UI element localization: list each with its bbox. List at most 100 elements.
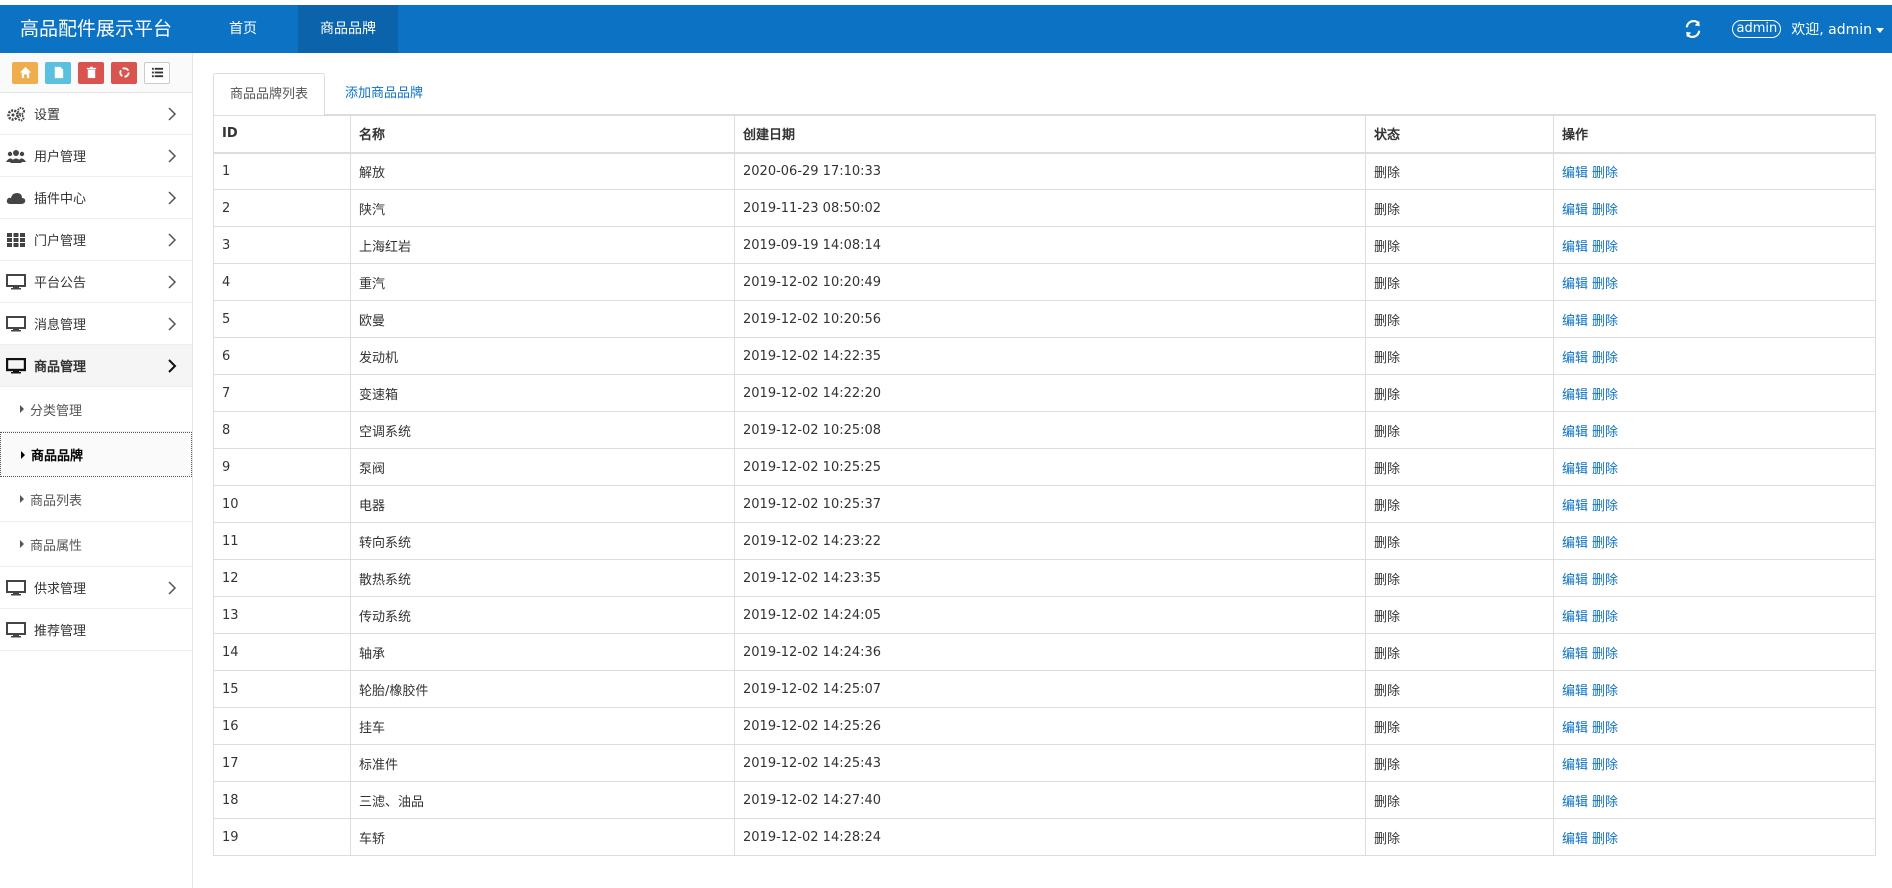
edit-link[interactable]: 编辑 [1562, 388, 1588, 403]
edit-link[interactable]: 编辑 [1562, 795, 1588, 810]
menu-label: 平台公告 [34, 276, 87, 291]
delete-link[interactable]: 删除 [1592, 388, 1618, 403]
edit-link[interactable]: 编辑 [1562, 351, 1588, 366]
edit-link[interactable]: 编辑 [1562, 203, 1588, 218]
edit-link[interactable]: 编辑 [1562, 573, 1588, 588]
cell-actions: 编辑 删除 [1553, 781, 1876, 819]
edit-link[interactable]: 编辑 [1562, 536, 1588, 551]
cell-name: 重汽 [350, 263, 735, 301]
cell-name: 发动机 [350, 337, 735, 375]
delete-link[interactable]: 删除 [1592, 721, 1618, 736]
delete-link[interactable]: 删除 [1592, 351, 1618, 366]
table-row: 3 上海红岩 2019-09-19 14:08:14 删除 编辑 删除 [213, 226, 1876, 264]
submenu-label: 分类管理 [30, 403, 83, 419]
menu-portal-management[interactable]: 门户管理 [0, 219, 192, 261]
edit-link[interactable]: 编辑 [1562, 425, 1588, 440]
delete-link[interactable]: 删除 [1592, 832, 1618, 847]
edit-link[interactable]: 编辑 [1562, 314, 1588, 329]
edit-link[interactable]: 编辑 [1562, 166, 1588, 181]
cell-status: 删除 [1365, 411, 1554, 449]
cell-name: 挂车 [350, 707, 735, 745]
menu-product-management[interactable]: 商品管理 [0, 345, 192, 387]
delete-link[interactable]: 删除 [1592, 166, 1618, 181]
menu-user-management[interactable]: 用户管理 [0, 135, 192, 177]
delete-link[interactable]: 删除 [1592, 536, 1618, 551]
file-shortcut-button[interactable] [45, 61, 71, 84]
delete-link[interactable]: 删除 [1592, 758, 1618, 773]
table-row: 9 泵阀 2019-12-02 10:25:25 删除 编辑 删除 [213, 448, 1876, 486]
menu-supply-demand[interactable]: 供求管理 [0, 567, 192, 609]
recycle-icon [118, 67, 130, 78]
cell-name: 电器 [350, 485, 735, 523]
menu-message-management[interactable]: 消息管理 [0, 303, 192, 345]
delete-link[interactable]: 删除 [1592, 610, 1618, 625]
menu-label: 消息管理 [34, 318, 87, 333]
submenu-category-management[interactable]: 分类管理 [0, 387, 192, 432]
delete-link[interactable]: 删除 [1592, 203, 1618, 218]
menu-label: 门户管理 [34, 234, 87, 249]
cell-id: 12 [213, 559, 351, 597]
cell-id: 5 [213, 300, 351, 338]
cell-id: 7 [213, 374, 351, 412]
delete-link[interactable]: 删除 [1592, 314, 1618, 329]
welcome-user-menu[interactable]: 欢迎, admin [1791, 19, 1884, 39]
trash-shortcut-button[interactable] [78, 61, 104, 84]
delete-link[interactable]: 删除 [1592, 573, 1618, 588]
table-row: 19 车轿 2019-12-02 14:28:24 删除 编辑 删除 [213, 818, 1876, 856]
cell-created-date: 2019-12-02 14:25:26 [734, 707, 1366, 745]
delete-link[interactable]: 删除 [1592, 240, 1618, 255]
nav-home[interactable]: 首页 [214, 5, 272, 53]
home-shortcut-button[interactable] [12, 61, 38, 84]
table-row: 16 挂车 2019-12-02 14:25:26 删除 编辑 删除 [213, 707, 1876, 745]
edit-link[interactable]: 编辑 [1562, 240, 1588, 255]
platform-brand[interactable]: 高品配件展示平台 [20, 5, 172, 53]
caret-right-icon [20, 405, 24, 413]
refresh-icon[interactable] [1684, 20, 1702, 38]
menu-recommend-management[interactable]: 推荐管理 [0, 609, 192, 651]
delete-link[interactable]: 删除 [1592, 462, 1618, 477]
edit-link[interactable]: 编辑 [1562, 277, 1588, 292]
delete-link[interactable]: 删除 [1592, 647, 1618, 662]
submenu-product-attributes[interactable]: 商品属性 [0, 522, 192, 567]
cell-name: 上海红岩 [350, 226, 735, 264]
cell-name: 传动系统 [350, 596, 735, 634]
cell-status: 删除 [1365, 818, 1554, 856]
cell-id: 16 [213, 707, 351, 745]
cell-status: 删除 [1365, 596, 1554, 634]
edit-link[interactable]: 编辑 [1562, 499, 1588, 514]
submenu-label: 商品属性 [30, 538, 83, 554]
recycle-shortcut-button[interactable] [111, 61, 137, 84]
tab-brand-list[interactable]: 商品品牌列表 [213, 73, 326, 116]
edit-link[interactable]: 编辑 [1562, 684, 1588, 699]
cell-created-date: 2019-12-02 10:20:49 [734, 263, 1366, 301]
cell-actions: 编辑 删除 [1553, 337, 1876, 375]
cell-name: 解放 [350, 152, 735, 190]
chevron-right-icon [168, 191, 177, 205]
cell-actions: 编辑 删除 [1553, 707, 1876, 745]
menu-plugin-center[interactable]: 插件中心 [0, 177, 192, 219]
cell-created-date: 2019-12-02 14:25:43 [734, 744, 1366, 782]
menu-platform-notice[interactable]: 平台公告 [0, 261, 192, 303]
cell-created-date: 2019-12-02 10:20:56 [734, 300, 1366, 338]
edit-link[interactable]: 编辑 [1562, 462, 1588, 477]
nav-product-brand[interactable]: 商品品牌 [298, 5, 398, 53]
delete-link[interactable]: 删除 [1592, 795, 1618, 810]
cell-id: 15 [213, 670, 351, 708]
edit-link[interactable]: 编辑 [1562, 610, 1588, 625]
delete-link[interactable]: 删除 [1592, 425, 1618, 440]
delete-link[interactable]: 删除 [1592, 684, 1618, 699]
tab-add-brand[interactable]: 添加商品品牌 [329, 73, 439, 116]
delete-link[interactable]: 删除 [1592, 499, 1618, 514]
edit-link[interactable]: 编辑 [1562, 758, 1588, 773]
header-name: 名称 [350, 115, 735, 154]
list-shortcut-button[interactable] [144, 61, 170, 84]
edit-link[interactable]: 编辑 [1562, 721, 1588, 736]
submenu-product-list[interactable]: 商品列表 [0, 477, 192, 522]
chevron-right-icon [168, 275, 177, 289]
delete-link[interactable]: 删除 [1592, 277, 1618, 292]
submenu-product-brand[interactable]: 商品品牌 [0, 432, 192, 477]
admin-avatar-badge[interactable]: admin [1732, 20, 1782, 38]
edit-link[interactable]: 编辑 [1562, 647, 1588, 662]
menu-settings[interactable]: 设置 [0, 93, 192, 135]
edit-link[interactable]: 编辑 [1562, 832, 1588, 847]
